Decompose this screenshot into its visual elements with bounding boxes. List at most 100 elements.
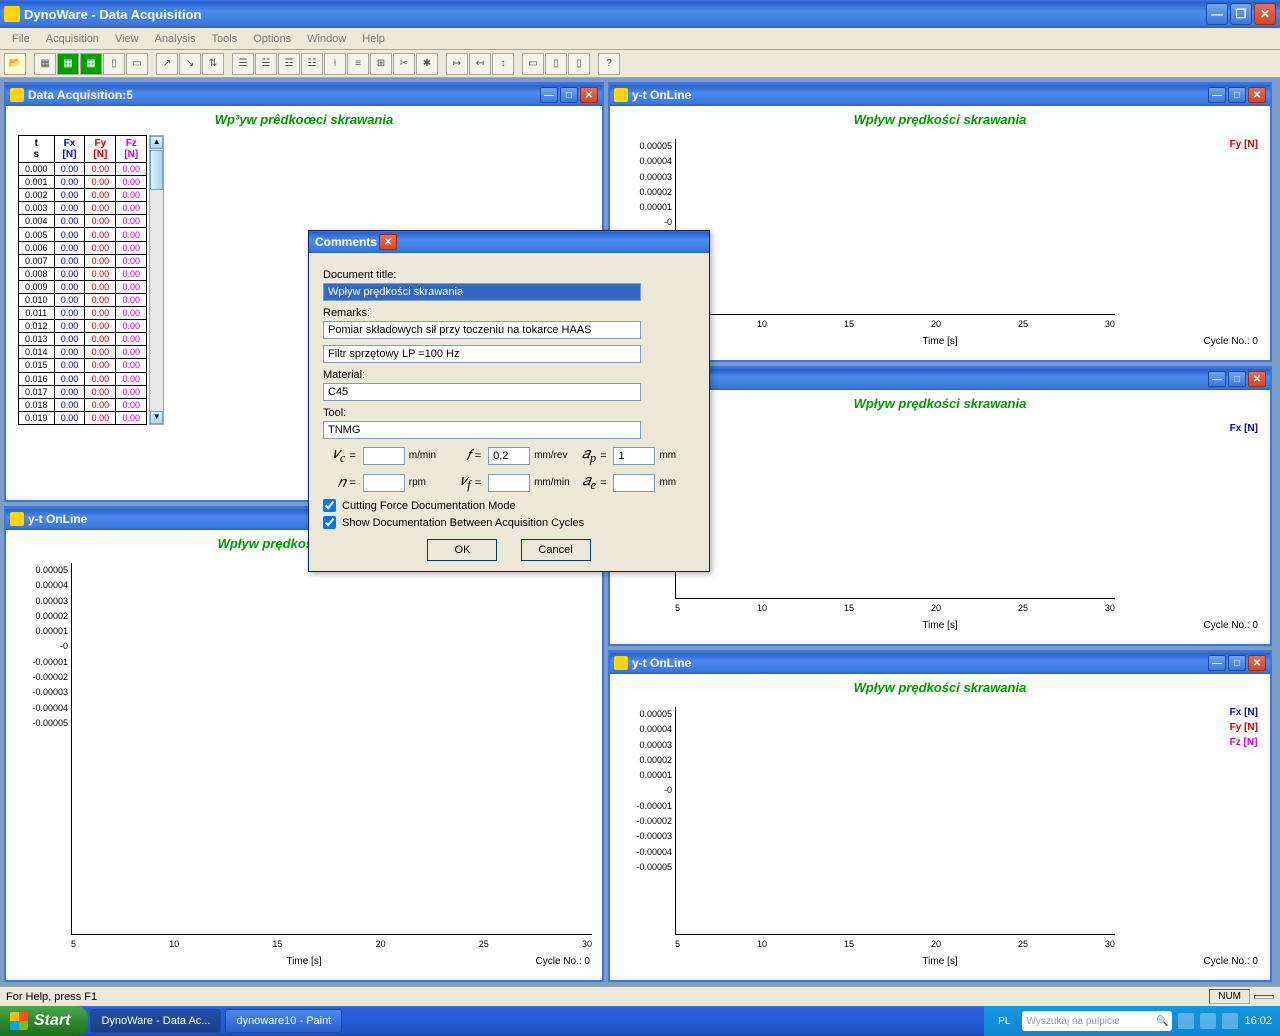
tool-btn[interactable]: ⊞	[370, 53, 392, 75]
table-row: 0.0150.000.000.00	[19, 359, 147, 372]
tool-btn[interactable]: ✱	[416, 53, 438, 75]
clock[interactable]: 16:02	[1244, 1015, 1272, 1027]
table-scrollbar[interactable]: ▲ ▼	[149, 135, 164, 425]
menu-acquisition[interactable]: Acquisition	[38, 31, 107, 47]
input-vf[interactable]	[488, 474, 530, 492]
child-close[interactable]: ✕	[1248, 371, 1266, 387]
menu-help[interactable]: Help	[354, 31, 393, 47]
tool-btn[interactable]: ↦	[446, 53, 468, 75]
tool-open-icon[interactable]: 📂	[4, 53, 26, 75]
child-titlebar[interactable]: Data Acquisition:5 — □ ✕	[6, 84, 602, 106]
child-minimize[interactable]: —	[1208, 371, 1226, 387]
chart-title: Wp³yw prêdkoœci skrawania	[6, 106, 602, 129]
taskbar: Start DynoWare - Data Ac... dynoware10 -…	[0, 1006, 1280, 1036]
taskbar-item-dynoware[interactable]: DynoWare - Data Ac...	[90, 1009, 221, 1033]
tool-btn[interactable]: ▯	[545, 53, 567, 75]
tool-btn[interactable]: ▦	[34, 53, 56, 75]
child-close[interactable]: ✕	[580, 87, 598, 103]
child-close[interactable]: ✕	[1248, 87, 1266, 103]
input-ae[interactable]	[613, 474, 655, 492]
windows-logo-icon	[10, 1012, 28, 1030]
child-maximize[interactable]: □	[560, 87, 578, 103]
table-row: 0.0120.000.000.00	[19, 320, 147, 333]
tool-btn[interactable]: ▭	[522, 53, 544, 75]
close-button[interactable]: ✕	[1254, 3, 1276, 25]
input-tool[interactable]	[323, 421, 641, 439]
chart-plot	[71, 563, 592, 935]
tool-btn[interactable]: ☲	[278, 53, 300, 75]
tray-icon[interactable]	[1200, 1013, 1216, 1029]
minimize-button[interactable]: —	[1206, 3, 1228, 25]
chart-title: Wpływ prędkości skrawania	[610, 106, 1270, 129]
child-maximize[interactable]: □	[1228, 655, 1246, 671]
tool-btn[interactable]: ☰	[232, 53, 254, 75]
menu-analysis[interactable]: Analysis	[147, 31, 204, 47]
ok-button[interactable]: OK	[427, 539, 497, 561]
tool-help-icon[interactable]: ?	[598, 53, 620, 75]
input-vc[interactable]	[363, 447, 405, 465]
tool-btn[interactable]: ↘	[179, 53, 201, 75]
scroll-down-icon[interactable]: ▼	[150, 411, 163, 424]
menu-view[interactable]: View	[107, 31, 147, 47]
input-ap[interactable]	[613, 447, 655, 465]
input-doc-title[interactable]	[323, 283, 641, 301]
checkbox-show-doc[interactable]	[323, 516, 336, 529]
tool-btn[interactable]: ↤	[469, 53, 491, 75]
table-row: 0.0070.000.000.00	[19, 254, 147, 267]
child-minimize[interactable]: —	[1208, 87, 1226, 103]
tool-btn-green2[interactable]: ▦	[80, 53, 102, 75]
input-remarks2[interactable]	[323, 345, 641, 363]
child-minimize[interactable]: —	[540, 87, 558, 103]
tool-btn[interactable]: ▯	[568, 53, 590, 75]
child-title: Data Acquisition:5	[28, 88, 133, 102]
child-titlebar[interactable]: y-t OnLine — □ ✕	[610, 84, 1270, 106]
table-row: 0.0020.000.000.00	[19, 189, 147, 202]
start-button[interactable]: Start	[0, 1006, 88, 1036]
tool-btn[interactable]: ✂	[393, 53, 415, 75]
input-f[interactable]	[488, 447, 530, 465]
app-icon	[4, 6, 20, 22]
chart-plot	[675, 481, 1115, 599]
menu-window[interactable]: Window	[299, 31, 354, 47]
checkbox-cutting-force[interactable]	[323, 499, 336, 512]
scroll-thumb[interactable]	[150, 150, 163, 190]
language-indicator[interactable]: PL	[992, 1016, 1016, 1027]
tray-icon[interactable]	[1178, 1013, 1194, 1029]
menubar: File Acquisition View Analysis Tools Opt…	[0, 28, 1280, 50]
tool-btn[interactable]: ↕	[492, 53, 514, 75]
child-maximize[interactable]: □	[1228, 371, 1246, 387]
tool-btn[interactable]: ▭	[126, 53, 148, 75]
scroll-up-icon[interactable]: ▲	[150, 136, 163, 149]
tool-btn[interactable]: ☱	[255, 53, 277, 75]
input-n[interactable]	[363, 474, 405, 492]
cancel-button[interactable]: Cancel	[521, 539, 591, 561]
child-minimize[interactable]: —	[1208, 655, 1226, 671]
menu-tools[interactable]: Tools	[204, 31, 246, 47]
tool-btn[interactable]: ↗	[156, 53, 178, 75]
legend-fx: Fx [N]	[1230, 705, 1258, 720]
dialog-comments: Comments ✕ Document title: Remarks: Mate…	[308, 230, 710, 572]
tray-icon[interactable]	[1222, 1013, 1238, 1029]
menu-options[interactable]: Options	[245, 31, 299, 47]
input-material[interactable]	[323, 383, 641, 401]
table-row: 0.0190.000.000.00	[19, 411, 147, 424]
app-title: DynoWare - Data Acquisition	[24, 7, 201, 22]
window-yt-br: y-t OnLine — □ ✕ Wpływ prędkości skrawan…	[608, 650, 1272, 982]
tool-btn[interactable]: ⇅	[202, 53, 224, 75]
dialog-close[interactable]: ✕	[379, 234, 397, 250]
child-close[interactable]: ✕	[1248, 655, 1266, 671]
tool-btn-green1[interactable]: ▦	[57, 53, 79, 75]
child-titlebar[interactable]: y-t OnLine — □ ✕	[610, 652, 1270, 674]
menu-file[interactable]: File	[4, 31, 38, 47]
dialog-titlebar[interactable]: Comments ✕	[309, 231, 709, 253]
tool-btn[interactable]: ▯	[103, 53, 125, 75]
taskbar-item-paint[interactable]: dynoware10 - Paint	[225, 1009, 342, 1033]
tool-btn[interactable]: ⫮	[324, 53, 346, 75]
tool-btn[interactable]: ≡	[347, 53, 369, 75]
input-remarks1[interactable]	[323, 321, 641, 339]
restore-button[interactable]: ❐	[1230, 3, 1252, 25]
child-maximize[interactable]: □	[1228, 87, 1246, 103]
tool-btn[interactable]: ☳	[301, 53, 323, 75]
desktop-search-input[interactable]: Wyszukaj na pulpicie🔍	[1022, 1011, 1172, 1031]
sym-vc: 𝑣c	[323, 445, 345, 466]
